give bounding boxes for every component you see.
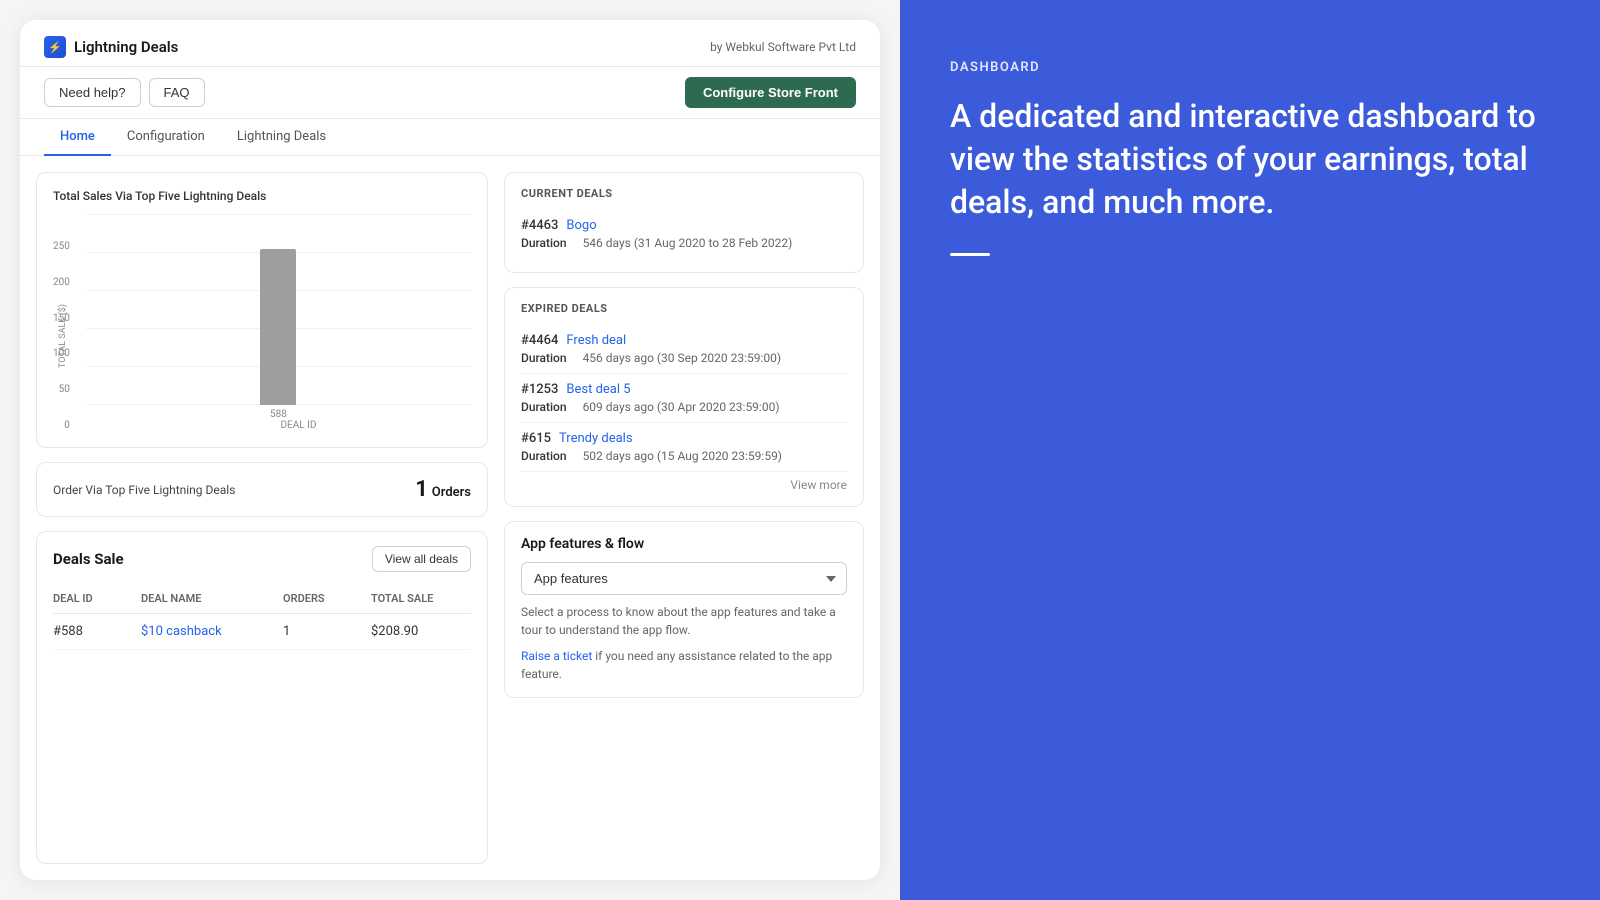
top-bar: ⚡ Lightning Deals by Webkul Software Pvt… bbox=[20, 20, 880, 67]
row-total-sale: $208.90 bbox=[371, 624, 471, 639]
dashboard-label: DASHBOARD bbox=[950, 60, 1550, 75]
expired-deal-duration-2: 609 days ago (30 Apr 2020 23:59:00) bbox=[583, 400, 780, 414]
right-column: CURRENT DEALS #4463 Bogo Duration 546 da… bbox=[504, 172, 864, 864]
deals-sale-title: Deals Sale bbox=[53, 550, 124, 568]
app-features-title: App features & flow bbox=[521, 536, 847, 552]
action-bar: Need help? FAQ Configure Store Front bbox=[20, 67, 880, 119]
col-deal-id: DEAL ID bbox=[53, 592, 133, 605]
expired-deal-item-2: #1253 Best deal 5 Duration 609 days ago … bbox=[521, 374, 847, 423]
current-deals-title: CURRENT DEALS bbox=[521, 187, 847, 200]
app-title: ⚡ Lightning Deals bbox=[44, 36, 178, 58]
lightning-icon: ⚡ bbox=[44, 36, 66, 58]
deal-item-header: #4463 Bogo bbox=[521, 218, 847, 233]
orders-count-display: 1 Orders bbox=[415, 477, 471, 502]
table-row: #588 $10 cashback 1 $208.90 bbox=[53, 614, 471, 650]
expired-deal-name-3[interactable]: Trendy deals bbox=[559, 431, 633, 446]
expired-deal-id-3: #615 bbox=[521, 431, 551, 446]
row-orders: 1 bbox=[283, 624, 363, 639]
deal-duration-value: 546 days (31 Aug 2020 to 28 Feb 2022) bbox=[583, 236, 793, 250]
chart-plot bbox=[86, 215, 471, 405]
expired-deal-item-3: #615 Trendy deals Duration 502 days ago … bbox=[521, 423, 847, 472]
raise-ticket-link[interactable]: Raise a ticket bbox=[521, 649, 592, 663]
dashboard-heading: A dedicated and interactive dashboard to… bbox=[950, 95, 1550, 225]
expired-deal-duration-3: 502 days ago (15 Aug 2020 23:59:59) bbox=[583, 449, 782, 463]
deal-duration-row: Duration 546 days (31 Aug 2020 to 28 Feb… bbox=[521, 236, 847, 250]
tab-configuration[interactable]: Configuration bbox=[111, 119, 221, 156]
main-content: Total Sales Via Top Five Lightning Deals… bbox=[20, 156, 880, 880]
y-axis-title: TOTAL SALE ($) bbox=[58, 304, 68, 368]
expired-deal-duration-1: 456 days ago (30 Sep 2020 23:59:00) bbox=[583, 351, 782, 365]
chart-title: Total Sales Via Top Five Lightning Deals bbox=[53, 189, 471, 203]
expired-deal-item-1: #4464 Fresh deal Duration 456 days ago (… bbox=[521, 325, 847, 374]
app-features-card: App features & flow App features Select … bbox=[504, 521, 864, 698]
deal-duration-row-1: Duration 456 days ago (30 Sep 2020 23:59… bbox=[521, 351, 847, 365]
deal-item-header: #615 Trendy deals bbox=[521, 431, 847, 446]
expired-deal-id-2: #1253 bbox=[521, 382, 558, 397]
current-deal-item: #4463 Bogo Duration 546 days (31 Aug 202… bbox=[521, 210, 847, 258]
deals-header: Deals Sale View all deals bbox=[53, 546, 471, 572]
raise-ticket-text: Raise a ticket if you need any assistanc… bbox=[521, 647, 847, 683]
tab-lightning-deals[interactable]: Lightning Deals bbox=[221, 119, 342, 156]
col-orders: ORDERS bbox=[283, 592, 363, 605]
action-left: Need help? FAQ bbox=[44, 78, 205, 107]
tab-home[interactable]: Home bbox=[44, 119, 111, 156]
nav-tabs: Home Configuration Lightning Deals bbox=[20, 119, 880, 156]
col-deal-name: DEAL NAME bbox=[141, 592, 275, 605]
deals-sale-card: Deals Sale View all deals DEAL ID DEAL N… bbox=[36, 531, 488, 864]
row-deal-id: #588 bbox=[53, 624, 133, 639]
bar-body bbox=[260, 249, 296, 405]
expired-deal-name-1[interactable]: Fresh deal bbox=[566, 333, 626, 348]
app-features-dropdown[interactable]: App features bbox=[521, 562, 847, 595]
x-axis-value: 588 bbox=[270, 409, 287, 420]
features-description: Select a process to know about the app f… bbox=[521, 603, 847, 639]
faq-button[interactable]: FAQ bbox=[149, 78, 205, 107]
configure-store-front-button[interactable]: Configure Store Front bbox=[685, 77, 856, 108]
deal-item-header: #1253 Best deal 5 bbox=[521, 382, 847, 397]
deal-item-header: #4464 Fresh deal bbox=[521, 333, 847, 348]
left-column: Total Sales Via Top Five Lightning Deals… bbox=[36, 172, 488, 864]
orders-label: Order Via Top Five Lightning Deals bbox=[53, 483, 235, 497]
right-panel: DASHBOARD A dedicated and interactive da… bbox=[900, 0, 1600, 900]
col-total-sale: TOTAL SALE bbox=[371, 592, 471, 605]
current-deal-name[interactable]: Bogo bbox=[566, 218, 596, 233]
orders-summary: Order Via Top Five Lightning Deals 1 Ord… bbox=[36, 462, 488, 517]
expired-deal-id-1: #4464 bbox=[521, 333, 558, 348]
deal-duration-row-2: Duration 609 days ago (30 Apr 2020 23:59… bbox=[521, 400, 847, 414]
current-deal-id: #4463 bbox=[521, 218, 558, 233]
x-axis-title: DEAL ID bbox=[86, 420, 471, 431]
table-header: DEAL ID DEAL NAME ORDERS TOTAL SALE bbox=[53, 584, 471, 614]
need-help-button[interactable]: Need help? bbox=[44, 78, 141, 107]
chart-card: Total Sales Via Top Five Lightning Deals… bbox=[36, 172, 488, 448]
expired-deals-title: EXPIRED DEALS bbox=[521, 302, 847, 315]
current-deals-card: CURRENT DEALS #4463 Bogo Duration 546 da… bbox=[504, 172, 864, 273]
chart-bar-588 bbox=[260, 249, 296, 405]
expired-deals-card: EXPIRED DEALS #4464 Fresh deal Duration … bbox=[504, 287, 864, 507]
view-more-link[interactable]: View more bbox=[521, 472, 847, 492]
view-all-deals-button[interactable]: View all deals bbox=[372, 546, 471, 572]
divider-line bbox=[950, 253, 990, 256]
app-publisher: by Webkul Software Pvt Ltd bbox=[710, 40, 856, 54]
expired-deal-name-2[interactable]: Best deal 5 bbox=[566, 382, 630, 397]
deal-duration-row-3: Duration 502 days ago (15 Aug 2020 23:59… bbox=[521, 449, 847, 463]
row-deal-name[interactable]: $10 cashback bbox=[141, 624, 275, 639]
